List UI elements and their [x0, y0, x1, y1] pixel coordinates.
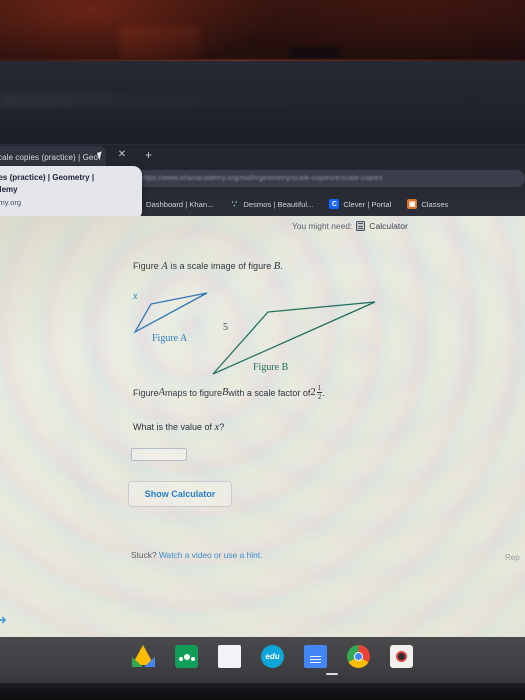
tooltip-title-line1: copies (practice) | Geometry | [0, 173, 95, 182]
show-calculator-button[interactable]: Show Calculator [128, 481, 232, 507]
watch-video-hint-link[interactable]: Watch a video or use a hint. [159, 550, 263, 560]
problem-statement: Figure A is a scale image of figure B. [133, 261, 283, 272]
maps-mid: maps to figure [164, 387, 222, 398]
figures-diagram: x Figure A 5 Figure B [125, 286, 385, 386]
bookmark-label: Clever | Portal [343, 199, 392, 209]
tooltip-title-line2: Academy [0, 184, 18, 194]
bookmarks-bar: ✦ Dashboard | Khan... ∵ Desmos | Beautif… [132, 193, 525, 215]
page-edge-marker-icon: ➜ [0, 612, 7, 627]
bookmark-label: Classes [421, 199, 449, 209]
google-docs-icon[interactable] [304, 645, 327, 668]
bookmark-desmos[interactable]: ∵ Desmos | Beautiful... [229, 198, 314, 209]
calculator-link[interactable]: Calculator [369, 221, 408, 231]
prompt-mid: is a scale image of figure [167, 261, 274, 271]
edpuzzle-icon[interactable]: edu [261, 645, 284, 668]
maps-tail: with a scale factor of [228, 387, 311, 398]
bookmark-label: Desmos | Beautiful... [243, 199, 314, 209]
question-pre: What is the value of [133, 422, 215, 432]
browser-tab[interactable]: cale copies (practice) | Geo [0, 146, 106, 168]
figure-b-side-label: 5 [223, 322, 228, 333]
google-chrome-icon[interactable] [347, 645, 370, 668]
figure-a-label: Figure A [152, 333, 188, 344]
tooltip-url: cademy.org [0, 198, 22, 207]
shelf-app-icons: edu [132, 645, 413, 668]
settings-icon[interactable] [390, 645, 413, 668]
google-classroom-icon[interactable] [175, 645, 198, 668]
figure-b-label: Figure B [253, 362, 289, 373]
web-page: You might need: Calculator Figure A is a… [0, 216, 525, 637]
question-end: ? [219, 422, 225, 432]
desmos-favicon-icon: ∵ [231, 198, 238, 209]
exercise-content: You might need: Calculator Figure A is a… [0, 216, 525, 637]
stuck-row: Stuck? Watch a video or use a hint. [131, 550, 262, 560]
figure-a-shape [133, 292, 208, 334]
figure-a-side-label: x [133, 291, 138, 302]
figure-b-shape [212, 301, 376, 375]
bookmark-classes[interactable]: ▣ Classes [407, 199, 448, 209]
you-might-need-label: You might need: [292, 221, 353, 231]
clever-favicon-icon: C [329, 199, 340, 209]
answer-input[interactable] [131, 448, 187, 461]
google-drive-icon[interactable] [132, 645, 155, 668]
tab-hover-tooltip: copies (practice) | Geometry | Academy c… [0, 166, 142, 220]
calculator-icon[interactable] [356, 221, 366, 231]
maps-pre: Figure [133, 387, 159, 398]
calculator-hint-row: You might need: Calculator [292, 221, 408, 231]
address-bar[interactable]: https://www.khanacademy.org/math/geometr… [132, 170, 525, 187]
prompt-pre: Figure [133, 261, 162, 271]
classes-favicon-icon: ▣ [407, 199, 418, 209]
new-tab-icon[interactable]: + [142, 149, 155, 162]
tab-title: cale copies (practice) | Geo [0, 152, 99, 162]
close-icon[interactable]: ✕ [116, 149, 128, 161]
scale-whole-number: 2 [310, 387, 316, 398]
screenshot-root: cale copies (practice) | Geo ✕ + https:/… [0, 0, 525, 700]
url-text: https://www.khanacademy.org/math/geometr… [140, 175, 383, 182]
bookmark-dashboard-khan[interactable]: ✦ Dashboard | Khan... [132, 199, 213, 209]
bookmark-clever-portal[interactable]: C Clever | Portal [329, 199, 391, 209]
maps-period: . [322, 387, 325, 398]
quizlet-icon[interactable] [218, 645, 241, 668]
wall-object [120, 26, 200, 62]
question-text: What is the value of x? [133, 422, 224, 433]
prompt-end: . [280, 261, 283, 271]
report-problem-link[interactable]: Rep [505, 553, 525, 562]
bookmark-label: Dashboard | Khan... [146, 199, 214, 209]
stuck-label: Stuck? [131, 550, 157, 560]
chrome-running-indicator [326, 673, 338, 675]
room-background [0, 0, 525, 62]
desk-surface [0, 683, 525, 700]
scale-factor-statement: Figure A maps to figure B with a scale f… [133, 384, 325, 401]
bezel-sheen [0, 94, 525, 108]
